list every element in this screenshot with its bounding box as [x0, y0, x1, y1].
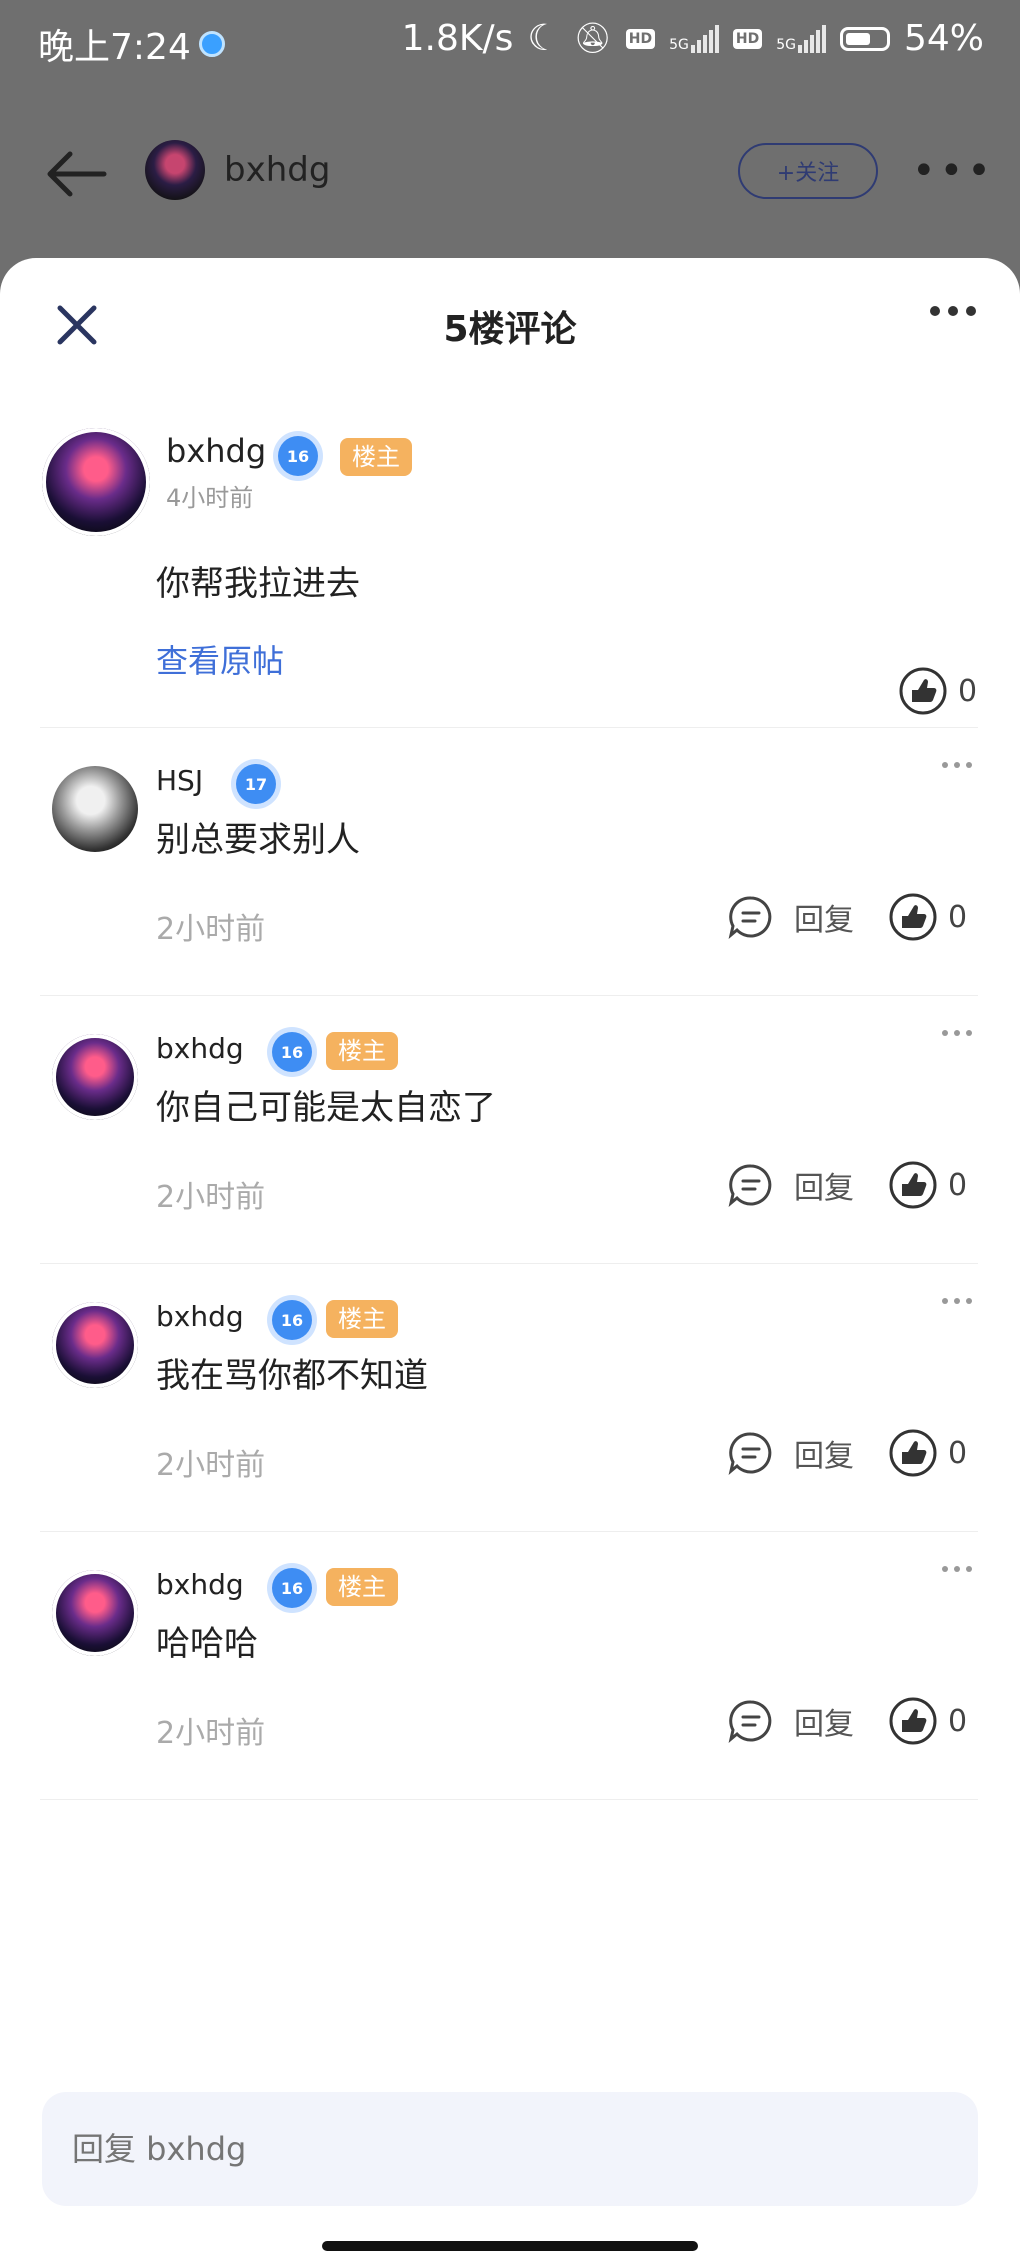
moon-icon: ☾ [527, 18, 560, 59]
battery-level: 54% [903, 18, 984, 59]
status-bar: 晚上7:24 1.8K/s ☾ 🔕︎ HD 5G HD 5G 54% [0, 0, 1020, 86]
more-options-icon[interactable]: ••• [912, 151, 995, 191]
main-post-time: 4小时前 [166, 484, 254, 512]
reply-item[interactable]: HSJ 17 别总要求别人 2小时前 回复 0 [0, 728, 1020, 996]
reply-text: 别总要求别人 [156, 820, 360, 860]
reply-time: 2小时前 [156, 1716, 266, 1751]
network-speed: 1.8K/s [401, 18, 514, 59]
reply-more-icon[interactable] [942, 1030, 972, 1036]
like-count: 0 [948, 1435, 968, 1471]
reply-time: 2小时前 [156, 1180, 266, 1215]
follow-button[interactable]: +关注 [738, 143, 878, 199]
net-type-1: 5G [669, 36, 689, 53]
post-header: bxhdg +关注 ••• [0, 90, 1020, 260]
status-right: 1.8K/s ☾ 🔕︎ HD 5G HD 5G 54% [402, 18, 984, 59]
level-badge: 16 [272, 1032, 312, 1072]
reply-text: 哈哈哈 [156, 1624, 258, 1664]
main-post-like-button[interactable]: 0 [898, 666, 977, 716]
reply-more-icon[interactable] [942, 762, 972, 768]
reply-avatar[interactable] [52, 1302, 138, 1388]
app-notification-icon [198, 31, 225, 57]
comment-icon[interactable] [728, 1430, 774, 1476]
hd-badge-2: HD [732, 28, 763, 49]
bell-off-icon: 🔕︎ [573, 21, 612, 56]
home-indicator [322, 2241, 698, 2251]
reply-author[interactable]: bxhdg [156, 1568, 244, 1601]
comment-icon[interactable] [728, 1162, 774, 1208]
reply-actions: 回复 0 [728, 892, 967, 942]
level-badge: 16 [272, 1300, 312, 1340]
like-button[interactable]: 0 [888, 1160, 967, 1210]
sheet-more-icon[interactable] [930, 306, 976, 316]
clock: 晚上7:24 [38, 27, 191, 68]
reply-input[interactable] [42, 2092, 978, 2206]
thumbs-up-icon [899, 667, 947, 715]
owner-badge: 楼主 [340, 438, 412, 476]
author-username[interactable]: bxhdg [224, 150, 330, 190]
level-badge: 16 [278, 436, 318, 476]
reply-time: 2小时前 [156, 1448, 266, 1483]
reply-more-icon[interactable] [942, 1566, 972, 1572]
like-count: 0 [948, 1703, 968, 1739]
back-arrow-icon[interactable] [44, 148, 108, 200]
reply-avatar[interactable] [52, 1570, 138, 1656]
reply-item[interactable]: bxhdg 16 楼主哈哈哈 2小时前 回复 0 [0, 1532, 1020, 1800]
like-button[interactable]: 0 [888, 892, 967, 942]
hd-badge-1: HD [625, 28, 656, 49]
reply-button[interactable]: 回复 [794, 1699, 854, 1743]
comment-icon[interactable] [728, 1698, 774, 1744]
thumbs-up-icon [889, 1161, 937, 1209]
author-avatar[interactable] [145, 140, 205, 200]
battery-icon [839, 26, 890, 51]
thumbs-up-icon [889, 893, 937, 941]
comment-icon[interactable] [728, 894, 774, 940]
reply-actions: 回复 0 [728, 1696, 967, 1746]
reply-item[interactable]: bxhdg 16 楼主你自己可能是太自恋了 2小时前 回复 0 [0, 996, 1020, 1264]
reply-author[interactable]: bxhdg [156, 1032, 244, 1065]
thumbs-up-icon [889, 1429, 937, 1477]
status-left: 晚上7:24 [38, 18, 225, 70]
reply-button[interactable]: 回复 [794, 1431, 854, 1475]
reply-text: 我在骂你都不知道 [156, 1356, 428, 1396]
thumbs-up-icon [889, 1697, 937, 1745]
signal-icon-2: 5G [776, 24, 826, 53]
level-badge: 16 [272, 1568, 312, 1608]
net-type-2: 5G [776, 36, 796, 53]
main-post-author[interactable]: bxhdg [166, 432, 266, 470]
main-post-avatar[interactable] [42, 428, 150, 536]
reply-button[interactable]: 回复 [794, 1163, 854, 1207]
reply-text: 你自己可能是太自恋了 [156, 1088, 496, 1128]
signal-icon-1: 5G [669, 24, 719, 53]
reply-actions: 回复 0 [728, 1428, 967, 1478]
sheet-header: 5楼评论 [0, 258, 1020, 388]
reply-button[interactable]: 回复 [794, 895, 854, 939]
reply-author[interactable]: HSJ [156, 764, 203, 797]
reply-more-icon[interactable] [942, 1298, 972, 1304]
like-button[interactable]: 0 [888, 1696, 967, 1746]
divider [40, 1799, 978, 1800]
like-count: 0 [948, 1167, 968, 1203]
view-original-link[interactable]: 查看原帖 [156, 636, 284, 682]
like-button[interactable]: 0 [888, 1428, 967, 1478]
owner-badge: 楼主 [326, 1568, 398, 1606]
sheet-title: 5楼评论 [443, 309, 577, 350]
like-count: 0 [948, 899, 968, 935]
like-count: 0 [958, 673, 978, 709]
main-post-text: 你帮我拉进去 [156, 564, 360, 604]
owner-badge: 楼主 [326, 1300, 398, 1338]
reply-actions: 回复 0 [728, 1160, 967, 1210]
level-badge: 17 [236, 764, 276, 804]
reply-time: 2小时前 [156, 912, 266, 947]
reply-item[interactable]: bxhdg 16 楼主我在骂你都不知道 2小时前 回复 0 [0, 1264, 1020, 1532]
reply-author[interactable]: bxhdg [156, 1300, 244, 1333]
reply-avatar[interactable] [52, 1034, 138, 1120]
owner-badge: 楼主 [326, 1032, 398, 1070]
reply-avatar[interactable] [52, 766, 138, 852]
